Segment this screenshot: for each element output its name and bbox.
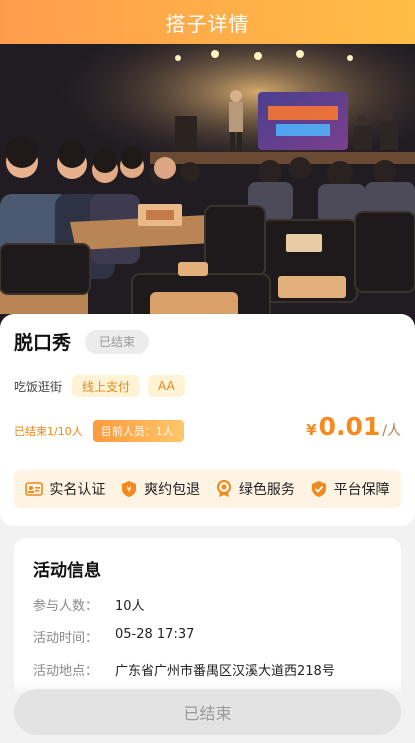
- current-people-badge: 目前人员： 1人: [92, 420, 184, 442]
- aa-tag: AA: [148, 375, 185, 397]
- guarantee-label: 爽约包退: [144, 482, 201, 498]
- price: ¥ 0.01 /人: [306, 412, 401, 441]
- badge-icon: [215, 480, 233, 498]
- location-row: 活动地点： 广东省广州市番禺区汉溪大道西218号: [33, 660, 335, 679]
- guarantee-label: 实名认证: [49, 482, 106, 498]
- current-people-label: 目前人员：: [100, 425, 156, 438]
- guarantee-item-green-service: 绿色服务: [215, 479, 295, 499]
- category-label: 吃饭逛街: [14, 379, 63, 394]
- shield-check-icon: [310, 480, 328, 498]
- title-row: 脱口秀 已结束: [14, 328, 150, 355]
- guarantee-label: 绿色服务: [238, 482, 295, 498]
- location-value: 广东省广州市番禺区汉溪大道西218号: [115, 664, 335, 679]
- shield-icon: ¥: [120, 480, 138, 498]
- activity-title: 脱口秀: [14, 332, 72, 354]
- guarantee-item-platform: 平台保障: [310, 479, 390, 499]
- price-currency: ¥: [306, 421, 317, 439]
- time-row: 活动时间： 05-28 17:37: [33, 627, 194, 646]
- price-unit: /人: [382, 423, 401, 439]
- time-value: 05-28 17:37: [115, 627, 195, 642]
- id-card-icon: [25, 480, 44, 498]
- guarantee-item-real-name: 实名认证: [25, 479, 105, 499]
- bottom-action-bar: 已结束: [0, 680, 415, 743]
- guarantee-bar: 实名认证 ¥ 爽约包退 绿色服务 平台保障: [14, 470, 401, 508]
- top-header: 搭子详情: [0, 0, 415, 44]
- status-badge: 已结束: [85, 329, 150, 354]
- time-key: 活动时间：: [33, 631, 99, 646]
- payment-tag: 线上支付: [72, 375, 141, 397]
- participants-row: 参与人数： 10人: [33, 595, 145, 614]
- guarantee-item-refund: ¥ 爽约包退: [120, 479, 200, 499]
- current-people-value: 1人: [155, 425, 174, 438]
- participants-value: 10人: [115, 599, 145, 614]
- svg-text:¥: ¥: [127, 485, 132, 494]
- ended-button[interactable]: 已结束: [14, 689, 401, 735]
- guarantee-label: 平台保障: [333, 482, 390, 498]
- tag-row: 吃饭逛街 线上支付 AA: [14, 375, 193, 397]
- activity-cover-image: [0, 44, 415, 334]
- activity-summary-card: 脱口秀 已结束 吃饭逛街 线上支付 AA 已结束1/10人 目前人员： 1人 ¥…: [0, 314, 415, 526]
- price-amount: 0.01: [318, 412, 381, 441]
- page-title: 搭子详情: [165, 11, 250, 36]
- participants-key: 参与人数：: [33, 599, 99, 614]
- info-heading: 活动信息: [33, 561, 101, 581]
- people-row: 已结束1/10人 目前人员： 1人: [14, 420, 184, 442]
- location-key: 活动地点：: [33, 664, 99, 679]
- people-status: 已结束1/10人: [14, 425, 83, 438]
